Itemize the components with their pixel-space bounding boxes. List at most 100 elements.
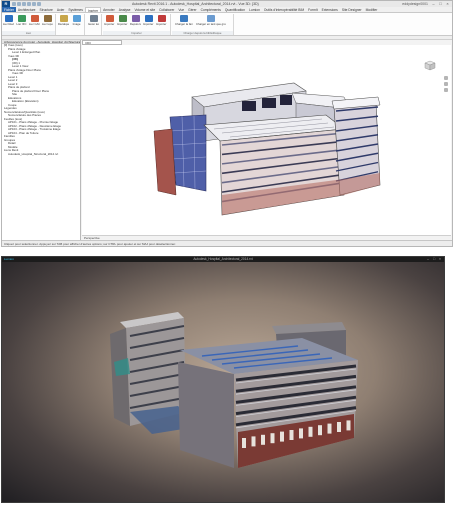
families-icon	[144, 15, 153, 22]
load-as-group-button[interactable]: Charger en tant que groupe	[196, 15, 226, 30]
tab-modifier[interactable]: Modifier	[364, 7, 380, 12]
undo-icon[interactable]	[22, 2, 26, 6]
image-button[interactable]: Image	[71, 15, 82, 30]
viewcube-icon[interactable]	[423, 59, 437, 71]
navigation-bar	[444, 76, 448, 96]
link-topography-button[interactable]: Lier topographie	[42, 15, 53, 30]
revit-window: R Autodesk Revit 2016.1 - Autodesk_Hospi…	[1, 0, 453, 247]
brick-window	[337, 422, 341, 432]
brick-window	[261, 434, 265, 445]
brick-window	[280, 431, 284, 442]
curtain-wall-left	[169, 114, 207, 192]
ribbon-group-decal: Décalque Image	[57, 14, 85, 35]
measure-icon[interactable]	[37, 2, 41, 6]
ribbon-panel: Lier Revit Lier IFC Lier CAO Lier topogr…	[2, 13, 452, 36]
open-icon[interactable]	[12, 2, 16, 6]
load-family-icon	[180, 15, 188, 22]
zoom-icon[interactable]	[444, 82, 448, 86]
gbxml-icon	[118, 15, 127, 22]
brick-window	[299, 428, 303, 439]
import-pdf-button[interactable]: Importer PDF	[156, 15, 167, 30]
browser-node[interactable]: Autodesk_Hospital_Structural_2014.rvt	[2, 153, 80, 157]
tab-acier[interactable]: Acier	[55, 7, 67, 12]
tab-vue[interactable]: Vue	[176, 7, 186, 12]
decal-icon	[59, 15, 68, 22]
decal-button[interactable]: Décalque	[58, 15, 69, 30]
print-icon[interactable]	[32, 2, 36, 6]
ribbon-group-label: Importer	[103, 31, 170, 35]
ribbon-group-manage-links: Gérer les liens	[86, 14, 102, 35]
render-viewer-window: Lumion Autodesk_Hospital_Architectural_2…	[1, 256, 445, 503]
from-library-button[interactable]: Depuis la bibliothèque	[130, 15, 141, 30]
tab-annoter[interactable]: Annoter	[101, 7, 117, 12]
tab-systemes[interactable]: Systèmes	[66, 7, 84, 12]
revit-link-icon	[4, 15, 13, 22]
window	[280, 95, 292, 105]
import-cad-icon	[105, 15, 114, 22]
tab-volume-site[interactable]: Volume et site	[132, 7, 157, 12]
redo-icon[interactable]	[27, 2, 31, 6]
ribbon-group-importer: Importer CAO Importer gbXML Depuis la bi…	[103, 14, 171, 35]
tab-analyse[interactable]: Analyse	[117, 7, 133, 12]
tab-complements[interactable]: Compléments	[199, 7, 223, 12]
tab-structure[interactable]: Structure	[38, 7, 55, 12]
load-family-button[interactable]: Charger la famille	[175, 15, 193, 30]
tab-extensions[interactable]: Extensions	[320, 7, 340, 12]
project-tree: [0] Vues (tous) Plans d'étage Level 1 Enla…	[2, 44, 80, 156]
link-revit-button[interactable]: Lier Revit	[3, 15, 14, 30]
window	[242, 101, 256, 111]
pdf-icon	[157, 15, 166, 22]
tab-site-designer[interactable]: Site Designer	[340, 7, 364, 12]
revit-3d-viewport[interactable]	[82, 45, 451, 235]
topography-icon	[43, 15, 52, 22]
ribbon-group-lien: Lier Revit Lier IFC Lier CAO Lier topogr…	[2, 14, 56, 35]
ribbon-group-label: Lien	[2, 31, 55, 35]
tab-lumion[interactable]: Lumion	[247, 7, 262, 12]
brick-base-left	[153, 128, 177, 196]
steering-wheel-icon[interactable]	[444, 76, 448, 80]
view-control-bar[interactable]: Perspective	[82, 235, 451, 240]
ifc-link-icon	[17, 15, 26, 22]
tab-interop[interactable]: Outils d'interopérabilité BIM	[262, 7, 306, 12]
import-families-button[interactable]: Importer des familles	[143, 15, 154, 30]
tab-gerer[interactable]: Gérer	[186, 7, 198, 12]
quick-access-toolbar	[12, 2, 41, 6]
tab-fichier[interactable]: Fichier	[2, 7, 16, 12]
tab-architecture[interactable]: Architecture	[16, 7, 38, 12]
link-cad-button[interactable]: Lier CAO	[29, 15, 40, 30]
brick-window	[318, 425, 322, 436]
image-icon	[72, 15, 81, 22]
ribbon-group-label: Charger depuis la bibliothèque	[172, 31, 233, 35]
brick-window	[327, 423, 332, 434]
window	[262, 98, 276, 108]
import-cad-button[interactable]: Importer CAO	[104, 15, 115, 30]
chain-link-icon	[89, 15, 98, 22]
render-scene[interactable]	[2, 262, 444, 502]
brick-window	[346, 420, 351, 431]
status-bar: Cliquez pour sélectionner. Appuyez sur T…	[2, 240, 452, 246]
tab-inserer[interactable]: Insérer	[84, 7, 102, 13]
tab-collaborer[interactable]: Collaborer	[157, 7, 176, 12]
save-icon[interactable]	[17, 2, 21, 6]
manage-links-button[interactable]: Gérer les liens	[88, 15, 99, 30]
link-ifc-button[interactable]: Lier IFC	[16, 15, 27, 30]
window-title: Autodesk Revit 2016.1 - Autodesk_Hospita…	[132, 2, 259, 6]
tab-quantification[interactable]: Quantification	[223, 7, 247, 12]
revit-building-model	[153, 82, 381, 216]
brick-window	[308, 426, 313, 437]
cad-link-icon	[30, 15, 39, 22]
render-main-side	[178, 362, 234, 468]
library-icon	[131, 15, 140, 22]
pan-icon[interactable]	[444, 88, 448, 92]
brick-window	[242, 438, 246, 448]
brick-window	[251, 436, 256, 447]
load-group-icon	[207, 15, 215, 22]
brick-window	[270, 433, 275, 444]
brick-window	[289, 430, 294, 440]
signin-user[interactable]: eddydesign0001	[402, 2, 428, 6]
rendered-building	[110, 312, 358, 468]
import-gbxml-button[interactable]: Importer gbXML	[117, 15, 128, 30]
ribbon-group-load: Charger la famille Charger en tant que g…	[172, 14, 234, 35]
project-browser: Arborescence du projet - Autodesk_Hospit…	[2, 40, 81, 240]
tab-formit[interactable]: FormIt	[306, 7, 320, 12]
